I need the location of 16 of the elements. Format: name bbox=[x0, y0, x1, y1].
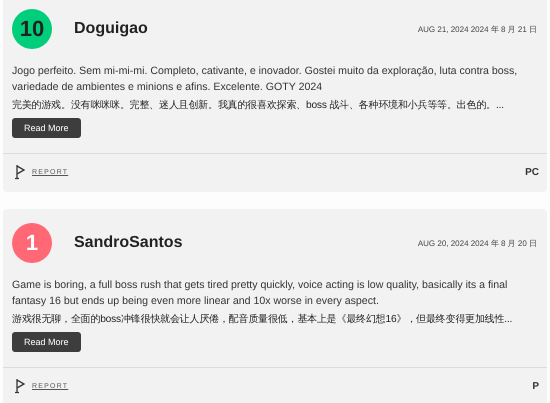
score-badge: 10 bbox=[12, 9, 52, 49]
flag-icon[interactable] bbox=[14, 378, 26, 394]
score-badge: 1 bbox=[12, 223, 52, 263]
read-more-button[interactable]: Read More bbox=[12, 118, 81, 138]
translated-text: 完美的游戏。没有咪咪咪。完整、迷人且创新。我真的很喜欢探索、boss 战斗、各种环境和小兵等等。出色的。... bbox=[12, 98, 505, 113]
review-text: Game is boring, a full boss rush that gets tired pretty quickly, voice acting is low quality, basically its a final fantasy 16 but ends up being even more linear and 10x worse in every aspect. bbox=[12, 278, 508, 309]
platform-label: P bbox=[532, 380, 539, 392]
flag-icon[interactable] bbox=[14, 164, 26, 180]
platform-label: PC bbox=[525, 166, 539, 178]
author-name: Doguigao bbox=[74, 20, 149, 38]
review-date: AUG 21, 2024 2024 年 8 月 21 日 bbox=[418, 24, 537, 34]
read-more-button[interactable]: Read More bbox=[12, 332, 81, 352]
review-date: AUG 20, 2024 2024 年 8 月 20 日 bbox=[418, 238, 537, 248]
author-name: SandroSantos bbox=[74, 234, 184, 252]
review-text: Jogo perfeito. Sem mi-mi-mi. Completo, cativante, e inovador. Gostei muito da exploração, luta contra boss, variedade de ambientes e minions e afins. Excelente. GOTY 2024 bbox=[12, 64, 518, 95]
translated-text: 游戏很无聊，全面的boss冲锋很快就会让人厌倦，配音质量很低，基本上是《最终幻想16》，但最终变得更加线性... bbox=[12, 312, 514, 327]
